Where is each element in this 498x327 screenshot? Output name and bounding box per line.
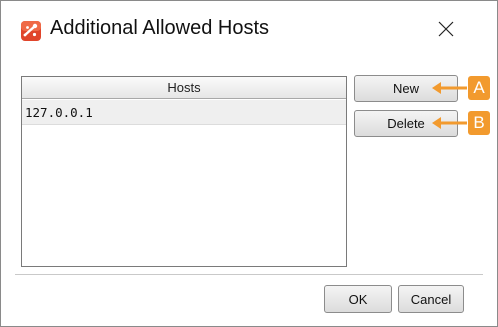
table-row[interactable]: 127.0.0.1 (22, 100, 346, 125)
close-button[interactable] (429, 13, 463, 47)
host-cell: 127.0.0.1 (25, 104, 93, 120)
footer-separator (15, 274, 483, 275)
ok-button[interactable]: OK (324, 285, 392, 313)
column-header-hosts[interactable]: Hosts (22, 77, 346, 99)
cancel-button[interactable]: Cancel (398, 285, 464, 313)
hosts-table: Hosts 127.0.0.1 (21, 76, 347, 267)
app-logo-icon (20, 20, 42, 42)
callout-arrow-a-icon (432, 82, 467, 94)
callout-label-b: B (468, 111, 490, 135)
callout-arrow-b-icon (432, 117, 467, 129)
dialog-window: Additional Allowed Hosts Hosts 127.0.0.1… (0, 0, 498, 327)
close-icon (438, 21, 454, 40)
callout-label-a: A (468, 76, 490, 100)
window-title: Additional Allowed Hosts (50, 17, 270, 39)
title-bar: Additional Allowed Hosts (1, 1, 497, 59)
